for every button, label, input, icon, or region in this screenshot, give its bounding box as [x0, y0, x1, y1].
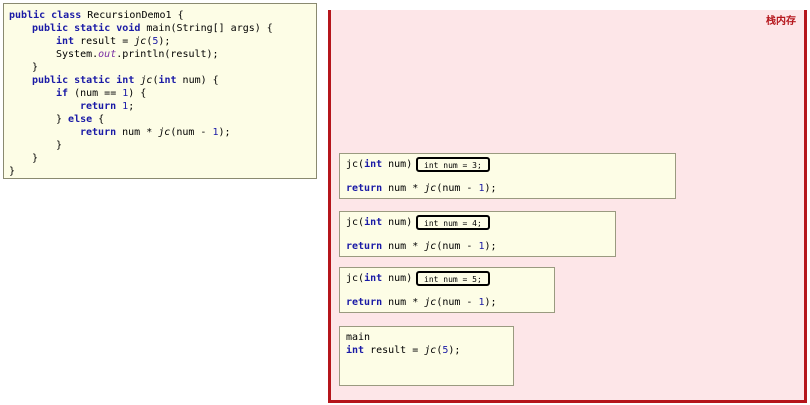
main-frame-label: main [346, 332, 371, 343]
frame-signature: jc(int num) [346, 159, 413, 170]
frame-return-line: return num * jc(num - 1); [346, 297, 497, 308]
code-line-12: } [32, 153, 39, 164]
code-line-13: } [9, 166, 16, 177]
code-line-6: public static int jc(int num) { [32, 75, 219, 86]
local-variable-box: int num = 3; [416, 157, 490, 172]
code-line-11: } [56, 140, 63, 151]
stack-memory-panel: 栈内存 jc(int num) int num = 3; return num … [328, 10, 807, 403]
code-line-10: return num * jc(num - 1); [80, 127, 231, 138]
code-line-2: public static void main(String[] args) { [32, 23, 273, 34]
code-line-4: System.out.println(result); [56, 49, 219, 60]
code-line-7: if (num == 1) { [56, 88, 147, 99]
local-variable-box: int num = 4; [416, 215, 490, 230]
stack-frame-main: main int result = jc(5); [339, 326, 514, 386]
code-line-8: return 1; [80, 101, 135, 112]
local-variable-box: int num = 5; [416, 271, 490, 286]
stack-frame-num-4: jc(int num) int num = 4; return num * jc… [339, 211, 616, 257]
code-line-3: int result = jc(5); [56, 36, 171, 47]
code-line-9: } else { [56, 114, 105, 125]
frame-signature: jc(int num) [346, 273, 413, 284]
stack-frame-num-3: jc(int num) int num = 3; return num * jc… [339, 153, 676, 199]
code-line-1: public class RecursionDemo1 { [9, 10, 184, 21]
frame-return-line: return num * jc(num - 1); [346, 241, 497, 252]
frame-signature: jc(int num) [346, 217, 413, 228]
stack-memory-title: 栈内存 [766, 16, 796, 27]
code-panel: public class RecursionDemo1 { public sta… [3, 3, 317, 179]
main-frame-statement: int result = jc(5); [346, 345, 461, 356]
code-line-5: } [32, 62, 39, 73]
stack-frame-num-5: jc(int num) int num = 5; return num * jc… [339, 267, 555, 313]
frame-return-line: return num * jc(num - 1); [346, 183, 497, 194]
